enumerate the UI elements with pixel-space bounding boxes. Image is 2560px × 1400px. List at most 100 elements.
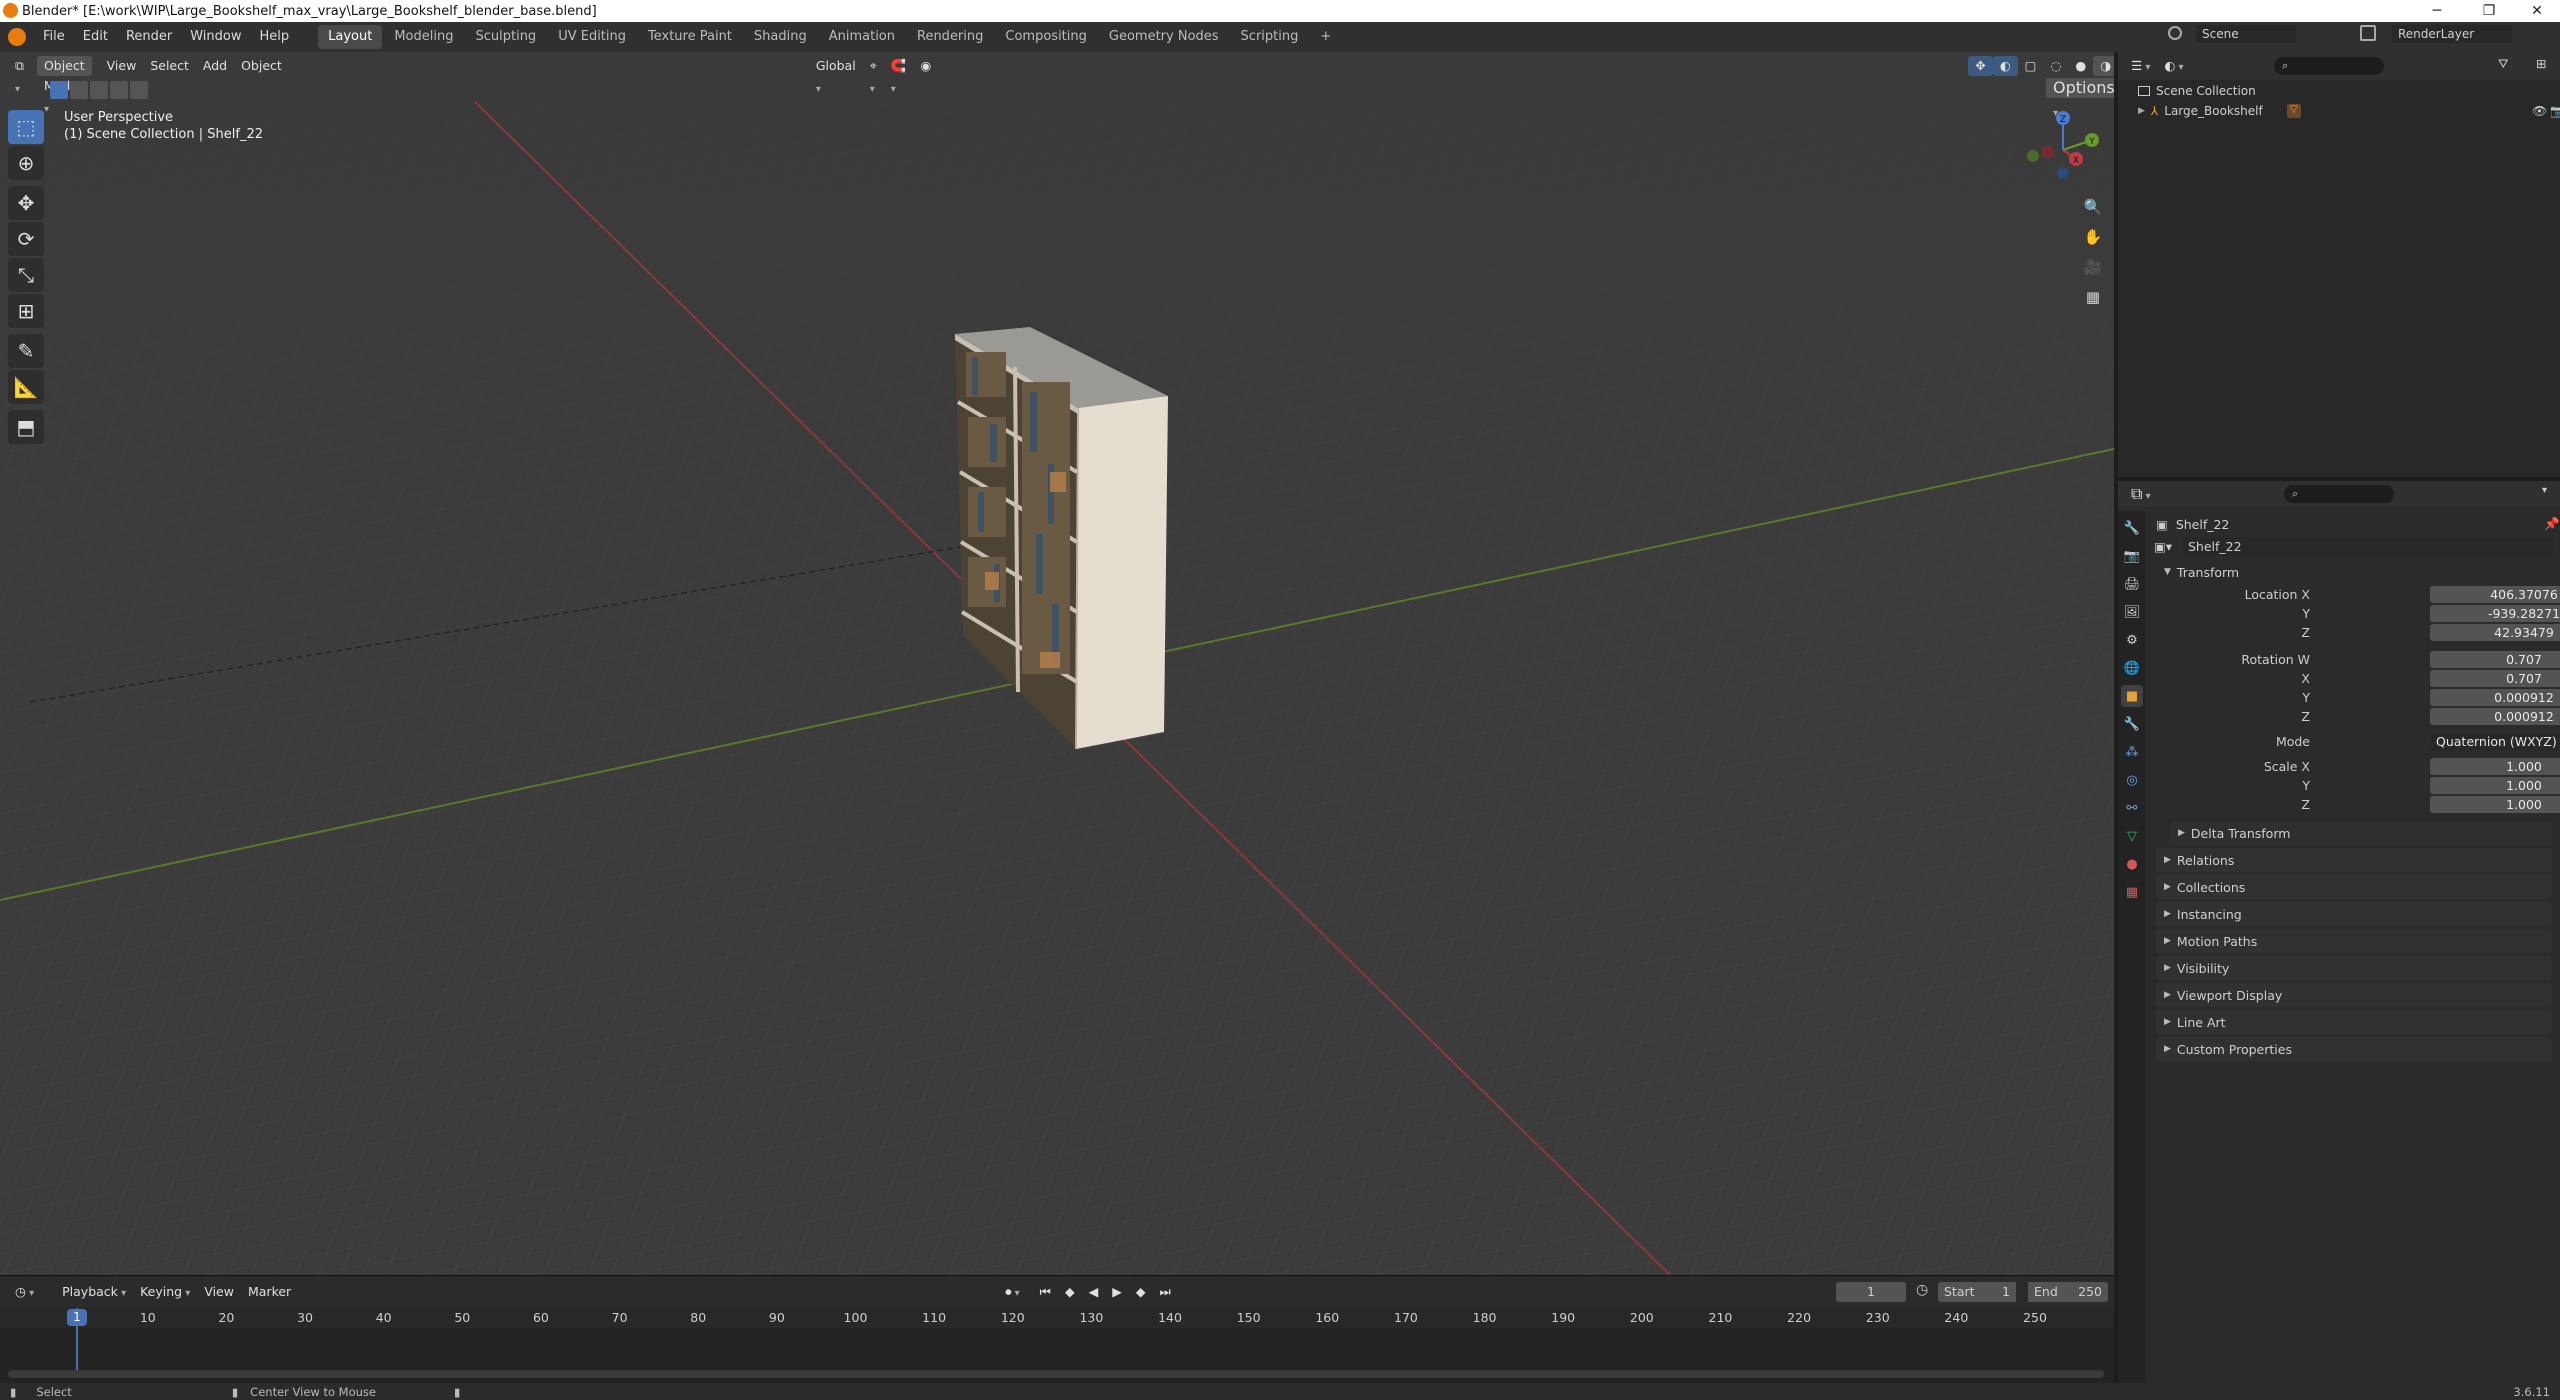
object-browse-icon[interactable]: ▣▾ — [2154, 539, 2172, 554]
camera-view-icon[interactable]: 🎥 — [2080, 254, 2106, 280]
viewport-menu-add[interactable]: Add — [196, 56, 234, 76]
minimize-button[interactable]: ─ — [2414, 0, 2460, 22]
render-layer-selector[interactable]: RenderLayer — [2392, 25, 2512, 43]
pivot-point-icon[interactable]: ⌖ — [863, 56, 884, 76]
filter-icon[interactable]: ⛛ — [2498, 56, 2509, 72]
preview-range-icon[interactable]: ◷ — [1916, 1282, 1928, 1298]
tab-sculpting[interactable]: Sculpting — [465, 25, 546, 49]
location-y-field[interactable]: -939.28271 — [2430, 604, 2560, 622]
playhead-frame-indicator[interactable]: 1 — [67, 1309, 87, 1326]
cursor-tool-icon[interactable]: ⊕ — [8, 146, 44, 180]
constraints-tab-icon[interactable]: ⚯ — [2121, 797, 2143, 819]
outliner-editor[interactable]: ☰ ◐ ⌕ ⛛ ⊞ Scene Collection ▶ ⅄ Large_Boo… — [2118, 52, 2560, 477]
object-name-field[interactable]: Shelf_22 — [2182, 536, 2554, 556]
select-box-tool-icon[interactable]: ⬚ — [8, 110, 44, 144]
world-tab-icon[interactable]: 🌐 — [2121, 657, 2143, 679]
play-icon[interactable]: ▶ — [1105, 1282, 1129, 1302]
current-frame-field[interactable]: 1 — [1836, 1282, 1906, 1302]
overlay-toggle-icon[interactable]: ◐ — [1992, 56, 2018, 76]
navigation-gizmo[interactable]: Z Y X — [2018, 110, 2108, 190]
viewport-display-panel[interactable]: ▶ Viewport Display — [2156, 983, 2552, 1007]
pin-icon[interactable]: 📌 — [2544, 516, 2560, 532]
tool-tab-icon[interactable]: 🔧 — [2121, 517, 2143, 539]
properties-search-input[interactable]: ⌕ — [2284, 485, 2394, 503]
select-invert-icon[interactable] — [110, 81, 128, 99]
menu-window[interactable]: Window — [181, 22, 250, 52]
start-frame-field[interactable]: Start 1 — [1938, 1282, 2016, 1302]
scene-selector[interactable]: Scene — [2196, 25, 2296, 43]
timeline-editor[interactable]: ◷ Playback Keying View Marker ⏺ ⏮ ◆ ◀ ▶ … — [0, 1275, 2114, 1383]
material-tab-icon[interactable]: ● — [2121, 853, 2143, 875]
menu-render[interactable]: Render — [117, 22, 181, 52]
transform-orientation-selector[interactable]: Global — [809, 56, 863, 76]
timeline-editor-type-icon[interactable]: ◷ — [8, 1282, 41, 1302]
menu-edit[interactable]: Edit — [74, 22, 117, 52]
outliner-row-large-bookshelf[interactable]: ▶ ⅄ Large_Bookshelf ▽ 👁 📷 — [2138, 102, 2560, 120]
rotation-mode-dropdown[interactable]: Quaternion (WXYZ) — [2430, 732, 2560, 750]
rotation-y-field[interactable]: 0.000912 — [2430, 688, 2560, 706]
timeline-menu-playback[interactable]: Playback — [55, 1282, 133, 1302]
3d-viewport[interactable]: ⧉ Object Mode View Select Add Object Glo… — [0, 52, 2114, 1275]
custom-properties-panel[interactable]: ▶ Custom Properties — [2156, 1037, 2552, 1061]
tab-layout[interactable]: Layout — [318, 25, 383, 49]
rotation-x-field[interactable]: 0.707 — [2430, 669, 2560, 687]
instancing-panel[interactable]: ▶ Instancing — [2156, 902, 2552, 926]
material-shading-icon[interactable]: ◑ — [2093, 56, 2114, 76]
annotate-tool-icon[interactable]: ✎ — [8, 334, 44, 368]
scale-x-field[interactable]: 1.000 — [2430, 757, 2560, 775]
scale-z-field[interactable]: 1.000 — [2430, 795, 2560, 813]
viewport-menu-view[interactable]: View — [100, 56, 144, 76]
data-tab-icon[interactable]: ▽ — [2121, 825, 2143, 847]
particles-tab-icon[interactable]: ⁂ — [2121, 741, 2143, 763]
mode-selector[interactable]: Object Mode — [36, 56, 92, 93]
tab-uv-editing[interactable]: UV Editing — [548, 25, 636, 49]
timeline-menu-view[interactable]: View — [197, 1282, 241, 1302]
select-new-icon[interactable] — [50, 81, 68, 99]
modifier-tab-icon[interactable]: 🔧 — [2121, 713, 2143, 735]
timeline-scrollbar[interactable] — [8, 1370, 2104, 1378]
tab-geometry-nodes[interactable]: Geometry Nodes — [1099, 25, 1229, 49]
scene-tab-icon[interactable]: ⚙ — [2121, 629, 2143, 651]
proportional-edit-icon[interactable]: ◉ — [913, 56, 938, 76]
motion-paths-panel[interactable]: ▶ Motion Paths — [2156, 929, 2552, 953]
menu-help[interactable]: Help — [251, 22, 299, 52]
solid-shading-icon[interactable]: ● — [2068, 56, 2093, 76]
frame-ruler[interactable]: 10 20 30 40 50 60 70 80 90 100 110 120 130 140 150 160 1… — [0, 1308, 2114, 1328]
tab-rendering[interactable]: Rendering — [907, 25, 993, 49]
transform-panel-header[interactable]: ▼ Transform — [2156, 560, 2552, 584]
tab-shading[interactable]: Shading — [744, 25, 817, 49]
select-intersect-icon[interactable] — [130, 81, 148, 99]
next-keyframe-icon[interactable]: ◆ — [1129, 1282, 1153, 1302]
texture-tab-icon[interactable]: ▦ — [2121, 881, 2143, 903]
scale-y-field[interactable]: 1.000 — [2430, 776, 2560, 794]
expand-arrow-icon[interactable]: ▶ — [2138, 106, 2145, 116]
prev-keyframe-icon[interactable]: ◆ — [1058, 1282, 1082, 1302]
measure-tool-icon[interactable]: 📐 — [8, 370, 44, 404]
move-tool-icon[interactable]: ✥ — [8, 186, 44, 220]
transform-tool-icon[interactable]: ⊞ — [8, 294, 44, 328]
collections-panel[interactable]: ▶ Collections — [2156, 875, 2552, 899]
timeline-menu-keying[interactable]: Keying — [133, 1282, 197, 1302]
properties-editor-type-icon[interactable]: ⧉ — [2124, 484, 2158, 504]
gizmo-toggle-icon[interactable]: ✥ — [1968, 56, 1993, 76]
zoom-icon[interactable]: 🔍 — [2080, 194, 2106, 220]
scale-tool-icon[interactable]: ⤡ — [8, 258, 44, 292]
tab-scripting[interactable]: Scripting — [1231, 25, 1309, 49]
jump-end-icon[interactable]: ⏭ — [1152, 1282, 1177, 1302]
rotate-tool-icon[interactable]: ⟳ — [8, 222, 44, 256]
timeline-menu-marker[interactable]: Marker — [241, 1282, 298, 1302]
play-reverse-icon[interactable]: ◀ — [1082, 1282, 1106, 1302]
rotation-w-field[interactable]: 0.707 — [2430, 650, 2560, 668]
location-z-field[interactable]: 42.93479 — [2430, 623, 2560, 641]
tab-animation[interactable]: Animation — [819, 25, 905, 49]
display-mode-icon[interactable]: ◐ — [2157, 56, 2190, 76]
maximize-button[interactable]: ❐ — [2466, 0, 2512, 22]
ortho-toggle-icon[interactable]: ▦ — [2080, 284, 2106, 310]
relations-panel[interactable]: ▶ Relations — [2156, 848, 2552, 872]
add-cube-tool-icon[interactable]: ⬒ — [8, 410, 44, 444]
pan-hand-icon[interactable]: ✋ — [2080, 224, 2106, 250]
view-layer-tab-icon[interactable]: 🖼 — [2121, 601, 2143, 623]
object-tab-icon[interactable]: ■ — [2121, 685, 2143, 707]
render-camera-icon[interactable]: 📷 — [2550, 104, 2560, 118]
jump-start-icon[interactable]: ⏮ — [1033, 1282, 1058, 1302]
